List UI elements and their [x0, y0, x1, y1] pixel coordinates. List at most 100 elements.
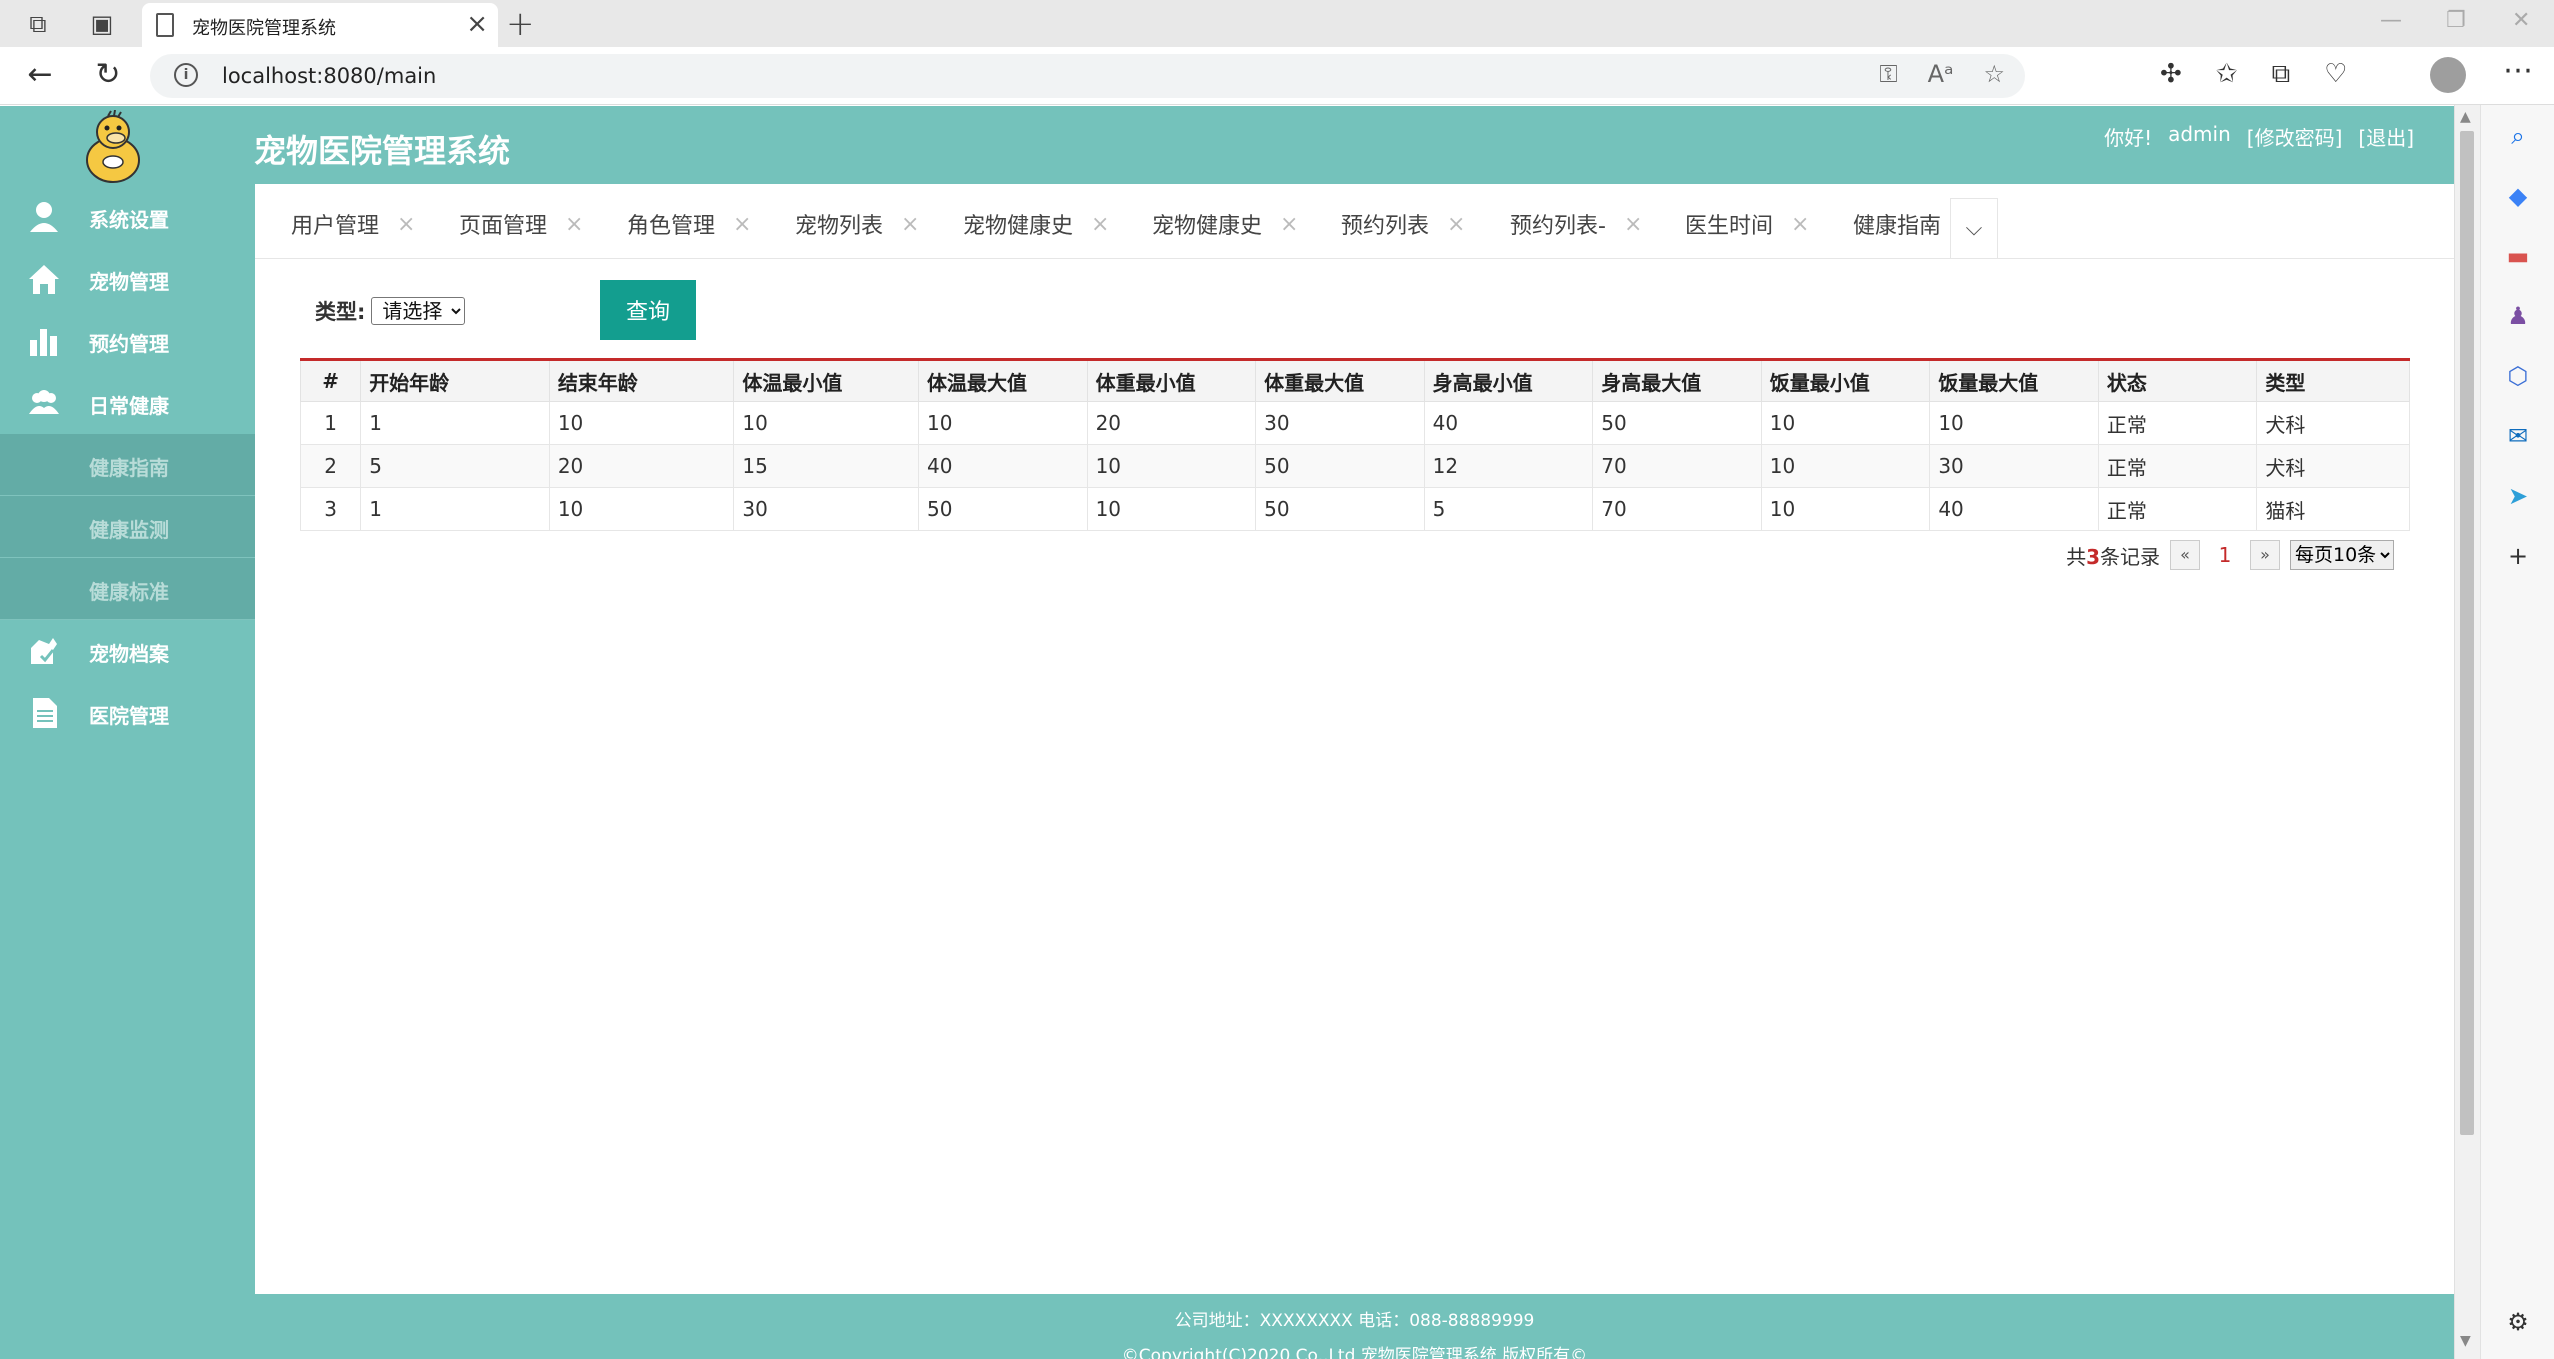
scroll-up-icon[interactable]: ▲ — [2460, 109, 2471, 125]
query-button[interactable]: 查询 — [600, 280, 696, 340]
page-icon — [156, 13, 174, 37]
tab-close-icon[interactable]: × — [1280, 212, 1298, 237]
tab-doctor-time[interactable]: 医生时间 × — [1685, 208, 1809, 240]
table-cell: 5 — [1423, 487, 1594, 531]
browser-tab[interactable]: 宠物医院管理系统 × — [142, 3, 498, 47]
close-tab-icon[interactable]: × — [466, 9, 488, 39]
sidebar-subitem-health-standard[interactable]: 健康标准 — [0, 558, 255, 620]
table-row[interactable]: 1 1 10 10 10 20 30 40 50 10 10 正常 犬科 — [299, 401, 2410, 445]
table-row[interactable]: 3 1 10 30 50 10 50 5 70 10 40 正常 猫科 — [299, 487, 2410, 531]
sidebar-item-label: 系统设置 — [89, 208, 169, 232]
tab-appointment-list[interactable]: 预约列表 × — [1341, 208, 1465, 240]
url-input[interactable]: i localhost:8080/main ⚿ Aᵃ ☆ — [150, 54, 2025, 98]
collections-icon[interactable]: ⧉ — [2272, 59, 2291, 90]
sidebar-subitem-health-monitor[interactable]: 健康监测 — [0, 496, 255, 558]
column-header: 身高最小值 — [1423, 359, 1594, 402]
user-area: 你好! admin [修改密码] [退出] — [2104, 122, 2414, 151]
favorite-star-icon[interactable]: ☆ — [1983, 60, 2005, 88]
sidebar: 系统设置 宠物管理 预约管理 日常健康 健康指南 健康监测 健康标准 宠物档案 … — [0, 186, 255, 744]
footer: 公司地址：XXXXXXXX 电话：088-88889999 ©Copyright… — [255, 1294, 2454, 1359]
column-header: 体温最小值 — [733, 359, 920, 402]
tab-role-management[interactable]: 角色管理 × — [627, 208, 751, 240]
table-cell: 10 — [1086, 487, 1257, 531]
tab-user-management[interactable]: 用户管理 × — [291, 208, 415, 240]
sidebar-item-pet-management[interactable]: 宠物管理 — [0, 248, 255, 310]
office-icon[interactable]: ⬡ — [2501, 359, 2535, 393]
url-text: localhost:8080/main — [222, 64, 437, 88]
new-tab-icon[interactable]: + — [506, 4, 535, 44]
tab-pet-list[interactable]: 宠物列表 × — [795, 208, 919, 240]
sidebar-subitem-health-guide[interactable]: 健康指南 — [0, 434, 255, 496]
workspaces-icon[interactable]: ⧉ — [22, 8, 54, 40]
type-select[interactable]: 请选择 — [371, 297, 466, 325]
tools-briefcase-icon[interactable]: ▬ — [2501, 239, 2535, 273]
table-row[interactable]: 2 5 20 15 40 10 50 12 70 10 30 正常 犬科 — [299, 444, 2410, 488]
tab-label: 健康指南 — [1853, 214, 1942, 239]
close-window-icon[interactable]: ✕ — [2512, 8, 2530, 33]
tab-health-guide[interactable]: 健康指南 — [1853, 208, 1941, 240]
tab-label: 宠物健康史 — [963, 214, 1074, 239]
tab-close-icon[interactable]: × — [1447, 212, 1465, 237]
search-icon[interactable]: ⌕ — [2501, 119, 2535, 153]
table-cell: 10 — [1086, 444, 1257, 488]
tab-appointment-list-2[interactable]: 预约列表- × — [1510, 208, 1642, 240]
document-icon — [33, 698, 57, 728]
table-cell: 1 — [360, 487, 550, 531]
tabs-more-chevron-down-icon[interactable]: ⌵ — [1950, 198, 1998, 258]
prev-page-button[interactable]: « — [2170, 540, 2200, 570]
page-scrollbar[interactable]: ▲ ▼ — [2454, 105, 2480, 1359]
site-info-icon[interactable]: i — [174, 63, 198, 87]
tab-close-icon[interactable]: × — [565, 212, 583, 237]
outlook-icon[interactable]: ✉ — [2501, 419, 2535, 453]
sidebar-item-system-settings[interactable]: 系统设置 — [0, 186, 255, 248]
change-password-link[interactable]: [修改密码] — [2247, 122, 2343, 151]
scroll-down-icon[interactable]: ▼ — [2460, 1333, 2471, 1349]
total-count: 3 — [2086, 544, 2100, 569]
table-cell: 30 — [733, 487, 920, 531]
restore-icon[interactable]: ❐ — [2446, 8, 2466, 33]
tab-close-icon[interactable]: × — [901, 212, 919, 237]
send-icon[interactable]: ➤ — [2501, 479, 2535, 513]
table-cell: 3 — [299, 487, 362, 531]
tab-close-icon[interactable]: × — [733, 212, 751, 237]
read-aloud-icon[interactable]: Aᵃ — [1928, 60, 1954, 88]
tab-close-icon[interactable]: × — [397, 212, 415, 237]
tab-close-icon[interactable]: × — [1624, 212, 1642, 237]
next-page-button[interactable]: » — [2250, 540, 2280, 570]
table-cell: 50 — [1255, 444, 1425, 488]
minimize-icon[interactable]: — — [2380, 8, 2402, 33]
add-icon[interactable]: + — [2501, 539, 2535, 573]
more-menu-icon[interactable]: ⋯ — [2503, 53, 2533, 88]
sidebar-item-appointment[interactable]: 预约管理 — [0, 310, 255, 372]
scrollbar-thumb[interactable] — [2460, 131, 2474, 1135]
refresh-icon[interactable]: ↻ — [88, 57, 128, 92]
extensions-icon[interactable]: ✣ — [2160, 59, 2182, 90]
tab-close-icon[interactable]: × — [1091, 212, 1109, 237]
sidebar-item-hospital-management[interactable]: 医院管理 — [0, 682, 255, 744]
tab-label: 宠物列表 — [795, 214, 884, 239]
sidebar-item-pet-records[interactable]: 宠物档案 — [0, 620, 255, 682]
tab-pet-health-history-2[interactable]: 宠物健康史 × — [1152, 208, 1298, 240]
page-size-select[interactable]: 每页10条 — [2290, 540, 2394, 570]
games-icon[interactable]: ♟ — [2501, 299, 2535, 333]
performance-icon[interactable]: ♡ — [2324, 59, 2347, 90]
logout-link[interactable]: [退出] — [2358, 122, 2414, 151]
shopping-tag-icon[interactable]: ◆ — [2501, 179, 2535, 213]
favorites-icon[interactable]: ✩ — [2216, 59, 2238, 90]
health-standard-table: # 开始年龄 结束年龄 体温最小值 体温最大值 体重最小值 体重最大值 身高最小… — [299, 358, 2410, 531]
tab-pet-health-history[interactable]: 宠物健康史 × — [963, 208, 1109, 240]
username: admin — [2168, 122, 2231, 146]
tab-actions-icon[interactable]: ▣ — [86, 8, 118, 40]
tab-close-icon[interactable]: × — [1791, 212, 1809, 237]
tab-label: 用户管理 — [291, 214, 380, 239]
settings-gear-icon[interactable]: ⚙ — [2501, 1305, 2535, 1339]
url-actions: ⚿ Aᵃ ☆ — [1879, 60, 2005, 88]
table-cell: 1 — [360, 401, 550, 445]
tab-label: 医生时间 — [1685, 214, 1774, 239]
profile-avatar[interactable] — [2430, 57, 2466, 93]
tab-page-management[interactable]: 页面管理 × — [459, 208, 583, 240]
current-page[interactable]: 1 — [2210, 543, 2240, 567]
back-icon[interactable]: ← — [20, 57, 60, 92]
key-icon[interactable]: ⚿ — [1879, 60, 1897, 88]
sidebar-item-daily-health[interactable]: 日常健康 — [0, 372, 255, 434]
